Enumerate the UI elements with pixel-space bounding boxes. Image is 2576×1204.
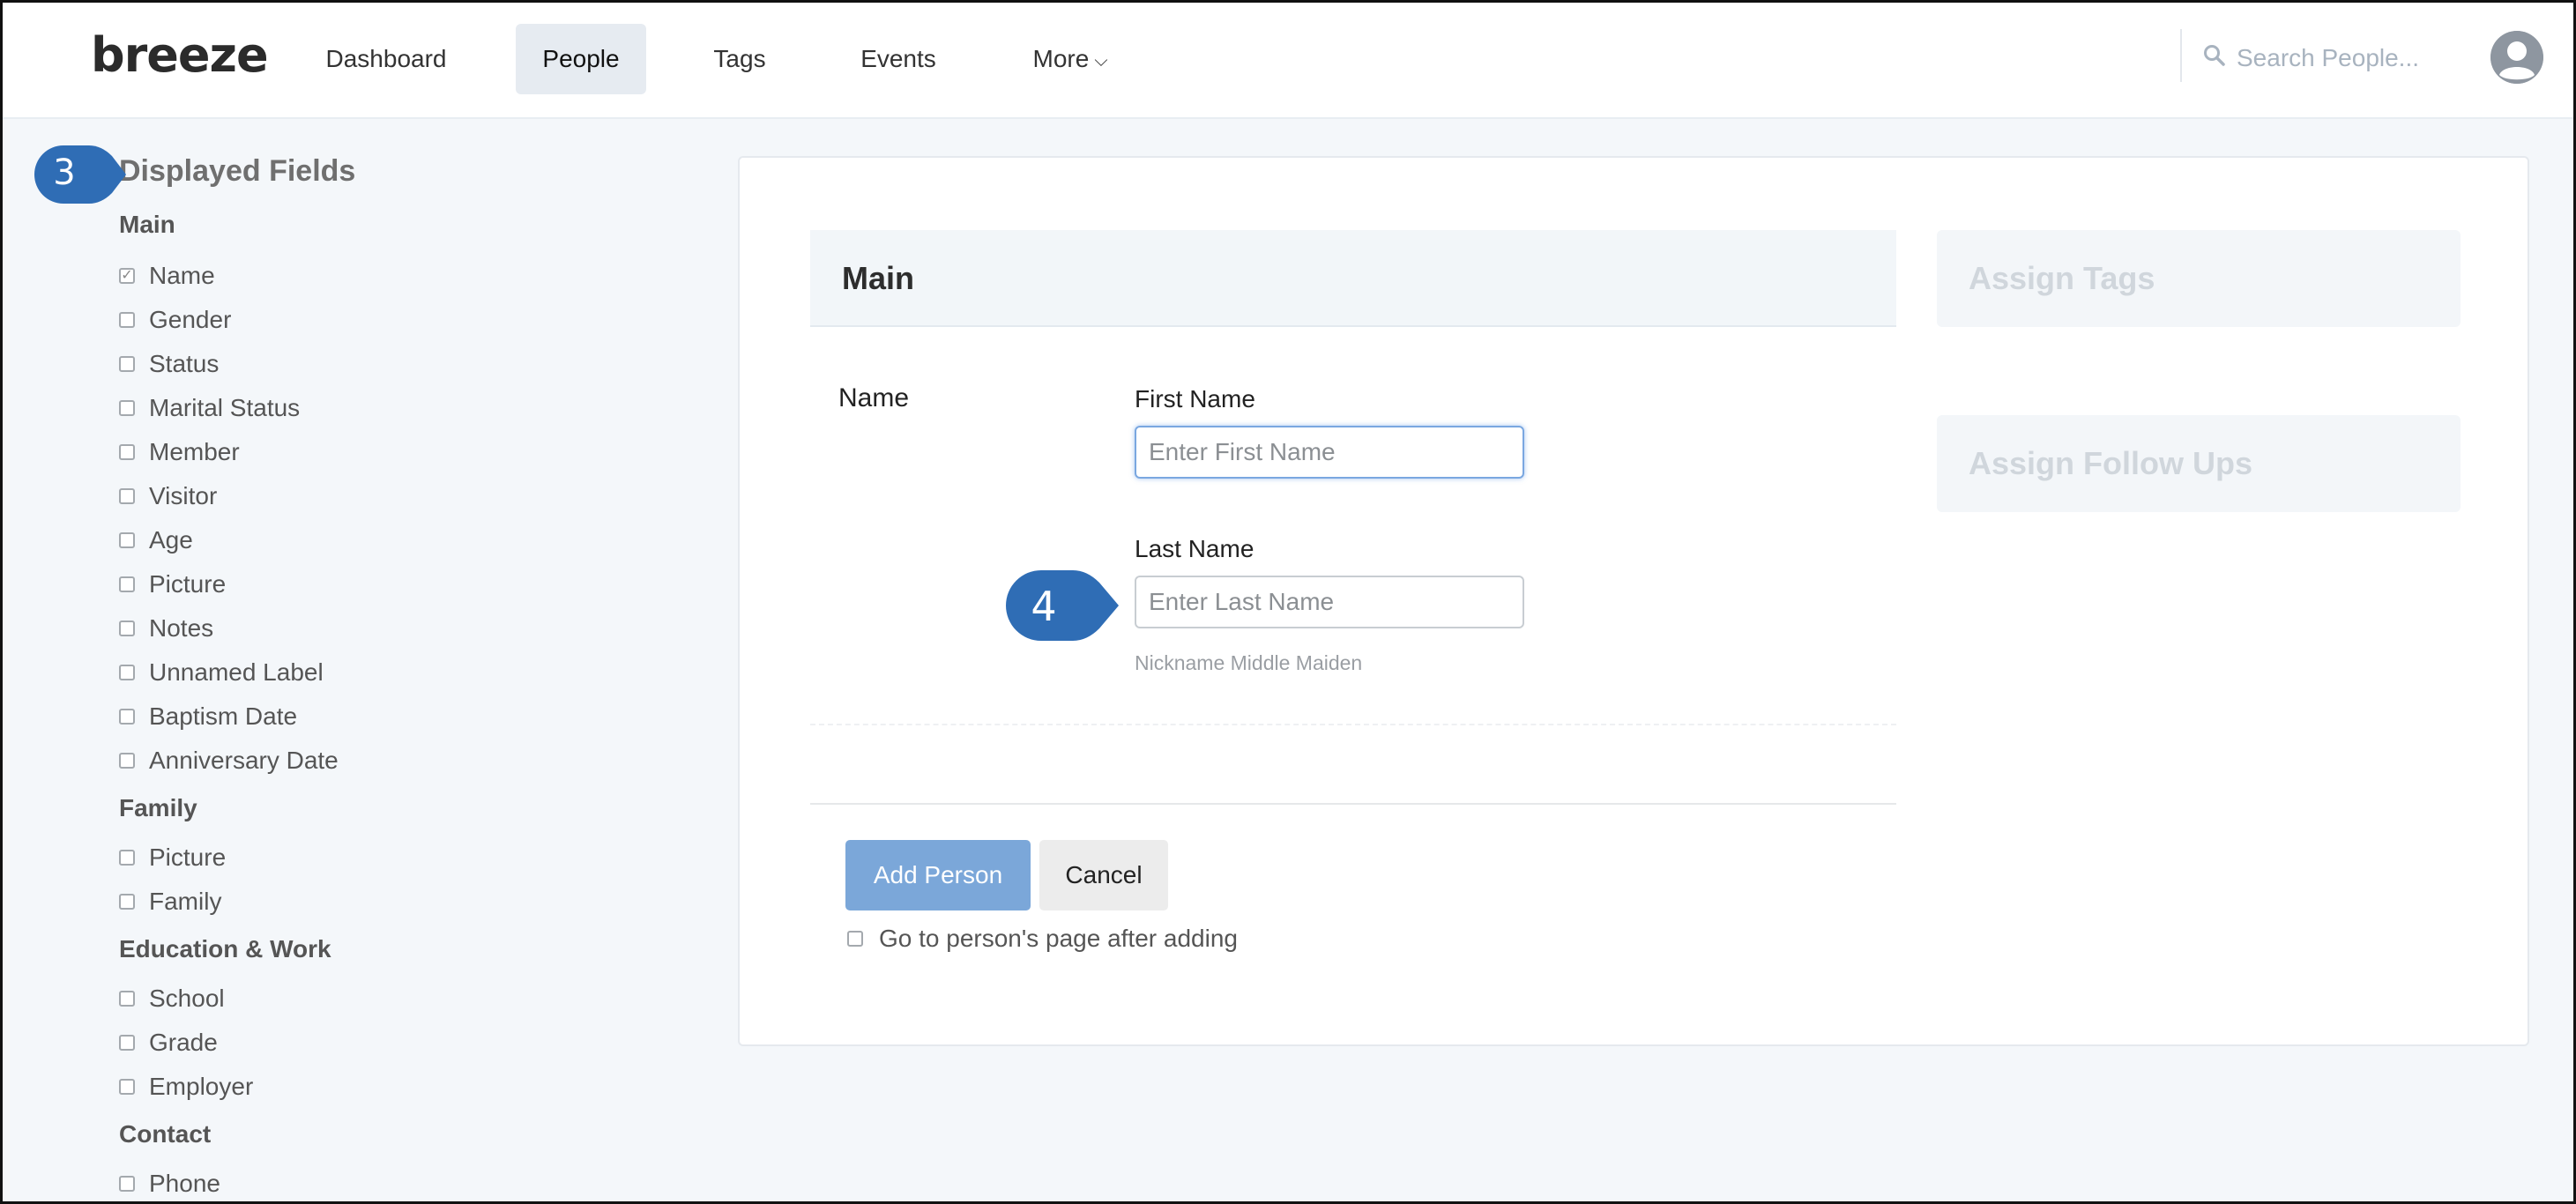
search-divider [2180, 29, 2182, 82]
checkbox[interactable] [119, 709, 135, 725]
field-label: Member [149, 438, 240, 465]
field-baptism-date[interactable]: Baptism Date [119, 702, 297, 731]
checkbox[interactable] [119, 356, 135, 372]
checkbox[interactable] [119, 665, 135, 680]
field-employer[interactable]: Employer [119, 1073, 253, 1101]
displayed-fields-panel: Displayed Fields Main ✓ Name Gender Statu… [82, 119, 734, 1201]
checkbox[interactable] [119, 991, 135, 1007]
search-input[interactable] [2235, 43, 2423, 73]
field-label: Gender [149, 306, 232, 333]
nav-more-label: More [1032, 45, 1090, 72]
field-member[interactable]: Member [119, 438, 240, 466]
assign-tags-label: Assign Tags [1969, 260, 2155, 296]
field-status[interactable]: Status [119, 350, 219, 378]
field-gender[interactable]: Gender [119, 306, 231, 334]
field-anniversary-date[interactable]: Anniversary Date [119, 747, 339, 775]
field-grade[interactable]: Grade [119, 1029, 218, 1057]
user-avatar-icon[interactable] [2490, 31, 2543, 84]
first-name-label: First Name [1135, 385, 1255, 412]
checkbox[interactable] [119, 1176, 135, 1192]
chevron-down-icon: ⌵ [1094, 50, 1108, 71]
top-navigation-bar: breeze Dashboard People Tags Events More… [3, 3, 2573, 119]
search-people[interactable] [2203, 36, 2423, 80]
field-label: Marital Status [149, 394, 301, 421]
field-label: Unnamed Label [149, 658, 324, 686]
main-section-header: Main [810, 230, 1896, 327]
checkbox[interactable] [847, 931, 863, 947]
field-label: Notes [149, 614, 214, 642]
group-education-work-heading: Education & Work [119, 935, 331, 962]
field-label: Grade [149, 1029, 218, 1056]
search-icon [2203, 44, 2226, 73]
field-label: Status [149, 350, 220, 377]
checkbox[interactable] [119, 444, 135, 460]
name-options-hint[interactable]: Nickname Middle Maiden [1135, 651, 1362, 675]
checkbox[interactable] [119, 312, 135, 328]
field-school[interactable]: School [119, 985, 225, 1013]
assign-follow-ups-panel[interactable]: Assign Follow Ups [1937, 415, 2461, 512]
last-name-label: Last Name [1135, 535, 1254, 562]
assign-follow-ups-label: Assign Follow Ups [1969, 445, 2253, 481]
nav-people[interactable]: People [516, 24, 646, 94]
field-age[interactable]: Age [119, 526, 193, 554]
field-family-picture[interactable]: Picture [119, 844, 226, 872]
add-person-button[interactable]: Add Person [845, 840, 1031, 910]
field-label: School [149, 985, 225, 1012]
nav-dashboard[interactable]: Dashboard [311, 24, 461, 94]
group-family-heading: Family [119, 794, 197, 821]
field-label: Employer [149, 1073, 254, 1100]
checkbox[interactable] [119, 753, 135, 769]
displayed-fields-title: Displayed Fields [119, 154, 356, 188]
assign-tags-panel[interactable]: Assign Tags [1937, 230, 2461, 327]
section-divider [810, 724, 1896, 725]
field-label: Anniversary Date [149, 747, 339, 774]
name-row-label: Name [838, 383, 910, 412]
first-name-input[interactable] [1135, 426, 1524, 479]
section-title: Main [842, 260, 915, 296]
checkbox[interactable] [119, 576, 135, 592]
checkbox-checked[interactable]: ✓ [119, 268, 135, 284]
last-name-input[interactable] [1135, 576, 1524, 628]
nav-events[interactable]: Events [840, 24, 957, 94]
field-label: Name [149, 262, 215, 289]
field-name[interactable]: ✓ Name [119, 262, 215, 290]
group-main-heading: Main [119, 211, 175, 238]
nav-more[interactable]: More ⌵ [1016, 24, 1124, 94]
checkbox[interactable] [119, 488, 135, 504]
field-marital-status[interactable]: Marital Status [119, 394, 300, 422]
field-unnamed-label[interactable]: Unnamed Label [119, 658, 324, 687]
cancel-button[interactable]: Cancel [1039, 840, 1168, 910]
goto-person-page-option[interactable]: Go to person's page after adding [847, 925, 1238, 953]
field-phone[interactable]: Phone [119, 1170, 220, 1198]
callout-4-number: 4 [1031, 583, 1057, 630]
field-label: Age [149, 526, 193, 554]
form-footer-divider [810, 803, 1896, 805]
checkbox[interactable] [119, 400, 135, 416]
checkbox[interactable] [119, 621, 135, 636]
callout-3-marker: 3 [33, 144, 126, 205]
group-contact-heading: Contact [119, 1120, 212, 1148]
field-label: Family [149, 888, 222, 915]
breeze-logo[interactable]: breeze [91, 27, 269, 83]
field-visitor[interactable]: Visitor [119, 482, 217, 510]
checkbox[interactable] [119, 850, 135, 866]
callout-3-number: 3 [53, 152, 76, 193]
field-label: Visitor [149, 482, 218, 509]
checkbox[interactable] [119, 1079, 135, 1095]
field-label: Phone [149, 1170, 220, 1197]
field-label: Picture [149, 570, 227, 598]
goto-person-page-label: Go to person's page after adding [879, 925, 1238, 952]
field-family[interactable]: Family [119, 888, 221, 916]
callout-4-marker: 4 [1004, 569, 1119, 643]
app-window: breeze Dashboard People Tags Events More… [0, 0, 2576, 1204]
field-label: Baptism Date [149, 702, 298, 730]
field-picture[interactable]: Picture [119, 570, 226, 598]
field-label: Picture [149, 844, 227, 871]
checkbox[interactable] [119, 894, 135, 910]
checkbox[interactable] [119, 1035, 135, 1051]
checkbox[interactable] [119, 532, 135, 548]
field-notes[interactable]: Notes [119, 614, 213, 643]
nav-tags[interactable]: Tags [699, 24, 780, 94]
